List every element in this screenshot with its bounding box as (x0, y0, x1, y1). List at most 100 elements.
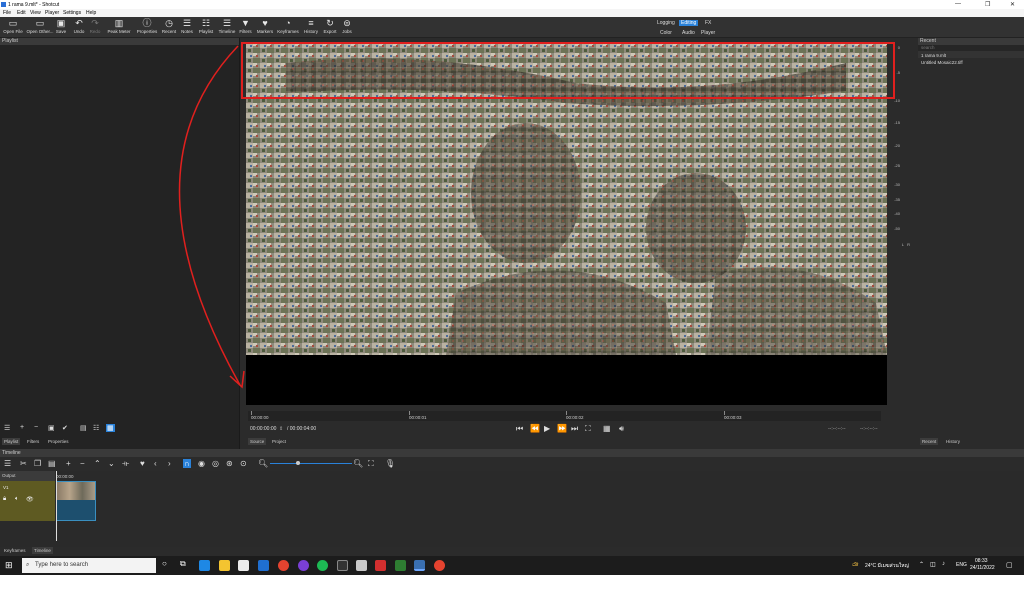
snap-icon[interactable]: ∩ (183, 459, 191, 468)
shotcut-taskbar-icon[interactable] (414, 560, 425, 571)
workspace-color[interactable]: Color (660, 30, 672, 36)
zoom-slider-handle[interactable] (296, 461, 300, 465)
spotify-icon[interactable] (317, 560, 328, 571)
markers-button[interactable]: ♥ Markers (255, 19, 275, 35)
network-icon[interactable]: ◫ (930, 561, 936, 568)
tab-playlist[interactable]: Playlist (2, 438, 21, 445)
volume-icon[interactable]: 🔊︎ (619, 424, 624, 434)
zoom-in-icon[interactable]: 🔍︎ (353, 459, 363, 468)
mail-icon[interactable] (258, 560, 269, 571)
workspace-editing[interactable]: Editing (679, 20, 699, 26)
rewind-icon[interactable]: ⏪ (530, 424, 540, 433)
clock-time[interactable]: 08:33 (975, 558, 988, 564)
visibility-eye-icon[interactable]: 👁︎ (26, 496, 34, 503)
close-button[interactable]: ✕ (1010, 1, 1015, 8)
play-icon[interactable]: ▶ (544, 424, 550, 433)
history-button[interactable]: ≡ History (302, 19, 320, 35)
language-indicator[interactable]: ENG (956, 562, 967, 568)
playlist-list-view-icon[interactable]: ☷ (93, 424, 99, 432)
jobs-button[interactable]: ⊜ Jobs (340, 19, 354, 35)
chrome-icon[interactable] (278, 560, 289, 571)
windows-start-icon[interactable]: ⊞ (5, 560, 13, 571)
lift-icon[interactable]: ⌃ (94, 459, 101, 468)
previous-marker-icon[interactable]: ‹ (154, 459, 157, 468)
menu-file[interactable]: File (3, 10, 11, 16)
open-other-button[interactable]: ▭ Open Other... (26, 19, 54, 35)
tab-source[interactable]: Source (248, 438, 267, 445)
properties-button[interactable]: ⓘ Properties (135, 19, 159, 35)
next-marker-icon[interactable]: › (168, 459, 171, 468)
mute-icon[interactable]: 🔈︎ (15, 496, 19, 503)
lock-icon[interactable]: 🔒︎ (3, 496, 6, 503)
ripple-delete-icon[interactable]: − (80, 459, 85, 468)
tab-timeline[interactable]: Timeline (32, 547, 53, 554)
speaker-icon[interactable]: ♪ (942, 561, 945, 567)
cortana-icon[interactable]: ○ (162, 559, 167, 568)
tab-properties[interactable]: Properties (46, 438, 71, 445)
playlist-button[interactable]: ☷ Playlist (197, 19, 215, 35)
undo-button[interactable]: ↶ Undo (73, 19, 85, 35)
tab-history[interactable]: History (944, 438, 962, 445)
skip-to-end-icon[interactable]: ⏭ (571, 424, 578, 434)
zoom-icon[interactable]: ⛶ (585, 424, 591, 434)
ripple-icon[interactable]: ◎ (212, 459, 219, 468)
app-icon[interactable] (337, 560, 348, 571)
zoom-out-icon[interactable]: 🔍︎ (258, 459, 268, 468)
open-file-button[interactable]: ▭ Open File (3, 19, 23, 35)
record-audio-icon[interactable]: 🎙︎ (385, 459, 395, 468)
file-explorer-icon[interactable] (219, 560, 230, 571)
paste-icon[interactable]: ▤ (48, 459, 56, 468)
workspace-logging[interactable]: Logging (657, 20, 675, 26)
current-time-field[interactable]: 00:00:00:00 (250, 426, 276, 432)
redo-button[interactable]: ↷ Redo (89, 19, 101, 35)
playlist-grid-view-icon[interactable]: ▦ (106, 424, 115, 432)
workspace-audio[interactable]: Audio (682, 30, 695, 36)
playlist-add-icon[interactable]: + (20, 424, 24, 431)
recent-button[interactable]: ◷ Recent (161, 19, 177, 35)
notes-button[interactable]: ☰ Notes (180, 19, 194, 35)
playlist-remove-icon[interactable]: − (34, 424, 38, 431)
zoom-slider[interactable] (270, 463, 352, 464)
tab-filters[interactable]: Filters (25, 438, 41, 445)
clock-date[interactable]: 24/11/2022 (970, 565, 995, 571)
menu-settings[interactable]: Settings (63, 10, 81, 16)
export-button[interactable]: ↻ Export (322, 19, 338, 35)
menu-edit[interactable]: Edit (17, 10, 26, 16)
skip-to-start-icon[interactable]: ⏮ (516, 424, 523, 434)
playlist-menu-icon[interactable]: ☰ (4, 424, 10, 432)
copy-icon[interactable]: ❐ (34, 459, 41, 468)
peak-meter-button[interactable]: ▥ Peak Meter (107, 19, 131, 35)
green-app-icon[interactable] (395, 560, 406, 571)
notepad-icon[interactable] (356, 560, 367, 571)
ripple-all-icon[interactable]: ⊛ (226, 459, 233, 468)
cut-icon[interactable]: ✂ (20, 459, 27, 468)
playlist-update-icon[interactable]: ▣ (48, 424, 55, 432)
marker-icon[interactable]: ♥ (140, 459, 145, 468)
menu-help[interactable]: Help (86, 10, 96, 16)
ripple-markers-icon[interactable]: ⊙ (240, 459, 247, 468)
workspace-fx[interactable]: FX (705, 20, 711, 26)
zoom-fit-icon[interactable]: ⛶ (368, 459, 374, 469)
tab-project[interactable]: Project (270, 438, 288, 445)
fast-forward-icon[interactable]: ⏩ (557, 424, 567, 433)
weather-text[interactable]: 24°C มีเมฆส่วนใหญ่ (865, 562, 909, 570)
tray-chevron-icon[interactable]: ⌃ (919, 561, 924, 568)
timeline-menu-icon[interactable]: ☰ (4, 459, 11, 468)
timeline-button[interactable]: ☰ Timeline (217, 19, 237, 35)
tab-recent[interactable]: Recent (920, 438, 939, 445)
notification-icon[interactable]: ▢ (1006, 561, 1013, 569)
task-view-icon[interactable]: ⧉ (180, 559, 186, 569)
time-spin-icon[interactable]: ⇕ (279, 426, 283, 432)
edge-icon[interactable] (199, 560, 210, 571)
minimize-button[interactable]: — (955, 1, 961, 7)
menu-view[interactable]: View (30, 10, 41, 16)
taskbar-search-box[interactable]: ⌕ Type here to search (22, 558, 156, 573)
scrub-drag-icon[interactable]: ◉ (198, 459, 205, 468)
b-app-icon[interactable] (375, 560, 386, 571)
workspace-player[interactable]: Player (701, 30, 715, 36)
split-icon[interactable]: ⟛ (122, 459, 129, 469)
overwrite-icon[interactable]: ⌄ (108, 459, 115, 468)
tab-keyframes[interactable]: Keyframes (2, 547, 28, 554)
save-button[interactable]: ▣ Save (55, 19, 67, 35)
player-scrub-bar[interactable]: 00:00:00 00:00:01 00:00:02 00:00:03 (248, 411, 881, 421)
